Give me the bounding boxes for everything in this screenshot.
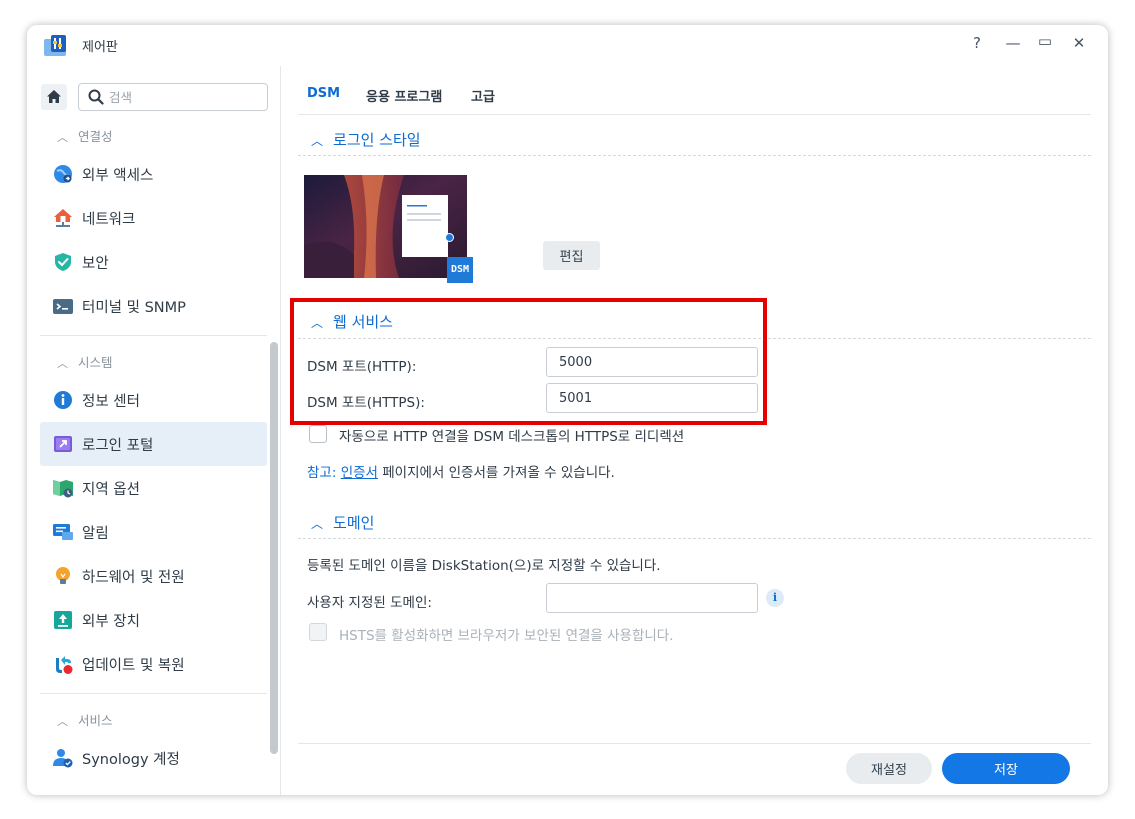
section-system[interactable]: ︿ 시스템 — [57, 352, 113, 371]
edit-button[interactable]: 편집 — [543, 241, 600, 270]
sidebar: ︿연결성 외부 액세스 네트워크 — [27, 66, 281, 795]
chat-icon — [53, 524, 73, 540]
dsm-badge: DSM — [447, 257, 473, 283]
tab-bar: DSM 응용 프로그램 고급 — [298, 66, 1091, 115]
certificate-note: 참고: 인증서 페이지에서 인증서를 가져올 수 있습니다. — [307, 465, 615, 481]
group-login-style[interactable]: ︿ 로그인 스타일 — [311, 129, 421, 150]
sidebar-item-login-portal[interactable]: 로그인 포털 — [40, 422, 267, 466]
search-box[interactable] — [78, 83, 268, 111]
footer-divider — [298, 743, 1091, 744]
section-connectivity[interactable]: ︿ 연결성 — [57, 126, 113, 145]
globe-icon — [54, 165, 72, 183]
sidebar-item-network[interactable]: 네트워크 — [40, 196, 267, 240]
chevron-up-icon: ︿ — [57, 131, 68, 144]
user-account-icon — [53, 749, 73, 768]
group-separator — [298, 538, 1091, 539]
chevron-up-icon: ︿ — [311, 316, 324, 330]
tab-dsm[interactable]: DSM — [307, 86, 340, 101]
group-domain[interactable]: ︿ 도메인 — [311, 512, 374, 533]
update-icon — [56, 656, 73, 674]
group-web-service[interactable]: ︿ 웹 서비스 — [311, 311, 393, 332]
home-icon[interactable] — [41, 84, 67, 110]
custom-domain-input[interactable] — [546, 583, 758, 613]
search-icon — [88, 89, 104, 105]
sidebar-item-synology-account[interactable]: Synology 계정 — [40, 736, 267, 780]
sidebar-divider — [40, 693, 267, 694]
info-icon — [54, 391, 72, 409]
login-portal-icon — [54, 436, 72, 452]
hsts-checkbox[interactable] — [309, 623, 327, 641]
https-port-label: DSM 포트(HTTPS): — [307, 395, 425, 411]
sidebar-item-external-access[interactable]: 외부 액세스 — [40, 152, 267, 196]
help-button[interactable]: ? — [967, 34, 987, 52]
sidebar-item-info-center[interactable]: 정보 센터 — [40, 378, 267, 422]
sidebar-scrollbar[interactable] — [270, 342, 278, 754]
bulb-icon — [56, 567, 70, 584]
main-panel: DSM 응용 프로그램 고급 ︿ 로그인 스타일 DSM 편집 ︿ 웹 서비스 … — [281, 66, 1108, 795]
shield-icon — [55, 253, 71, 271]
terminal-icon — [53, 299, 73, 314]
maximize-button[interactable]: ▭ — [1035, 32, 1055, 50]
section-services[interactable]: ︿ 서비스 — [57, 710, 113, 729]
map-clock-icon — [53, 480, 73, 498]
tab-applications[interactable]: 응용 프로그램 — [366, 86, 442, 105]
control-panel-window: 제어판 ? — ▭ ✕ ︿연결성 — [27, 25, 1108, 795]
upload-device-icon — [54, 611, 72, 629]
custom-domain-label: 사용자 지정된 도메인: — [307, 595, 432, 611]
minimize-button[interactable]: — — [1003, 34, 1023, 52]
preview-handle — [445, 233, 454, 242]
sidebar-item-update-restore[interactable]: 업데이트 및 복원 — [40, 642, 267, 686]
sidebar-item-external-devices[interactable]: 외부 장치 — [40, 598, 267, 642]
control-panel-app-icon — [44, 35, 66, 56]
save-button[interactable]: 저장 — [942, 753, 1070, 784]
domain-description: 등록된 도메인 이름을 DiskStation(으)로 지정할 수 있습니다. — [307, 558, 661, 574]
chevron-up-icon: ︿ — [57, 357, 68, 370]
house-network-icon — [54, 209, 72, 227]
redirect-https-label: 자동으로 HTTP 연결을 DSM 데스크톱의 HTTPS로 리디렉션 — [339, 429, 685, 445]
tab-advanced[interactable]: 고급 — [471, 86, 495, 105]
chevron-up-icon: ︿ — [57, 715, 68, 728]
sidebar-item-regional-options[interactable]: 지역 옵션 — [40, 466, 267, 510]
window-title: 제어판 — [82, 40, 118, 55]
chevron-up-icon: ︿ — [311, 517, 324, 531]
sidebar-nav: ︿ 연결성 외부 액세스 네트워크 보안 터미널 및 SNMP ︿ 시스템 정보… — [27, 118, 281, 795]
hsts-label: HSTS를 활성화하면 브라우저가 보안된 연결을 사용합니다. — [339, 628, 674, 644]
sidebar-item-security[interactable]: 보안 — [40, 240, 267, 284]
http-port-label: DSM 포트(HTTP): — [307, 359, 417, 375]
sidebar-item-terminal-snmp[interactable]: 터미널 및 SNMP — [40, 284, 267, 328]
login-style-preview-image — [304, 175, 467, 278]
sidebar-divider — [40, 335, 267, 336]
sidebar-item-hardware-power[interactable]: 하드웨어 및 전원 — [40, 554, 267, 598]
info-icon[interactable]: i — [766, 589, 784, 607]
close-button[interactable]: ✕ — [1069, 34, 1089, 52]
search-input[interactable] — [109, 87, 259, 107]
group-separator — [298, 155, 1091, 156]
reset-button[interactable]: 재설정 — [846, 753, 932, 784]
group-separator — [298, 338, 1091, 339]
redirect-https-checkbox[interactable] — [309, 425, 327, 443]
chevron-up-icon: ︿ — [311, 134, 324, 148]
title-bar: 제어판 ? — ▭ ✕ — [27, 25, 1108, 66]
certificate-link[interactable]: 인증서 — [341, 465, 378, 481]
https-port-input[interactable] — [546, 383, 758, 413]
sidebar-item-notification[interactable]: 알림 — [40, 510, 267, 554]
http-port-input[interactable] — [546, 347, 758, 377]
